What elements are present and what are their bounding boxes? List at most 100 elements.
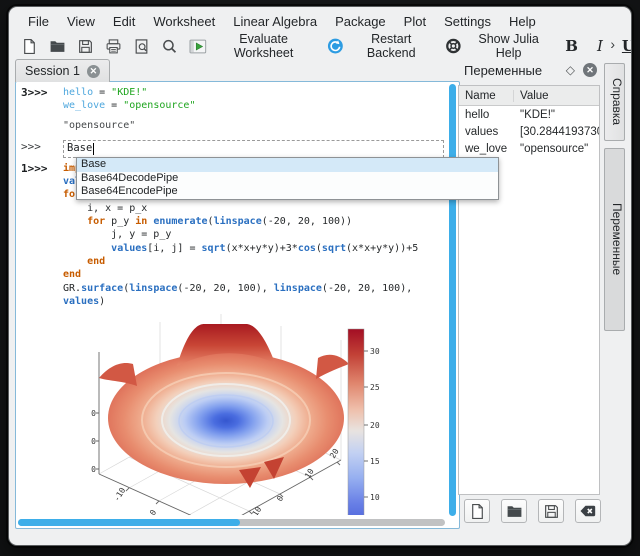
bold-button[interactable]: B [559, 37, 584, 55]
evaluate-play-icon [189, 38, 207, 55]
svg-text:-10: -10 [248, 505, 263, 515]
dock-tab-bar: Справка Переменные [604, 7, 627, 545]
code-block: hello = "KDE!"we_love = "opensource" [63, 86, 195, 113]
tab-close-icon[interactable]: ✕ [87, 65, 100, 78]
evaluate-worksheet-button[interactable]: Evaluate Worksheet [187, 34, 318, 58]
colorbar: 30 25 20 15 10 [348, 329, 380, 515]
search-icon [161, 38, 178, 55]
new-variable-button[interactable] [464, 499, 490, 523]
variable-name: we_love [459, 143, 514, 155]
variables-panel: Переменные ◇ ✕ Name Value hello"KDE!"val… [458, 59, 601, 523]
svg-text:25: 25 [370, 383, 380, 392]
menu-edit[interactable]: Edit [104, 10, 144, 33]
side-tab-variables[interactable]: Переменные [604, 148, 625, 331]
current-entry-row: >>> Base [21, 140, 444, 158]
open-button[interactable] [47, 34, 68, 58]
variables-table-header: Name Value [459, 86, 599, 106]
restart-icon [327, 37, 344, 55]
menu-file[interactable]: File [19, 10, 58, 33]
svg-text:10: 10 [303, 467, 316, 480]
save-button[interactable] [75, 34, 96, 58]
completion-popup: BaseBase64DecodePipeBase64EncodePipe [76, 157, 499, 200]
printer-icon [105, 38, 122, 55]
find-button[interactable] [159, 34, 180, 58]
app-window: FileViewEditWorksheetLinear AlgebraPacka… [8, 6, 632, 546]
result-text: "opensource" [63, 119, 444, 132]
variable-row[interactable]: hello"KDE!" [459, 106, 599, 123]
worksheet-horizontal-scrollbar[interactable] [18, 519, 445, 526]
prompt: >>> [21, 140, 63, 153]
surface-plot-image: 30 25 20 15 10 30 20 10 -10 0 10 [91, 310, 396, 515]
print-button[interactable] [103, 34, 124, 58]
show-julia-help-button[interactable]: Show Julia Help [443, 34, 552, 58]
variable-row[interactable]: values[30.2844193730... [459, 123, 599, 140]
variable-name: values [459, 126, 514, 138]
print-preview-icon [133, 38, 150, 55]
new-document-icon [469, 503, 486, 520]
close-panel-icon[interactable]: ✕ [583, 63, 597, 77]
menu-worksheet[interactable]: Worksheet [144, 10, 224, 33]
svg-text:10: 10 [370, 493, 380, 502]
variable-row[interactable]: we_love"opensource" [459, 140, 599, 157]
restart-backend-button[interactable]: Restart Backend [325, 34, 437, 58]
variable-value: "KDE!" [514, 109, 599, 121]
new-worksheet-button[interactable] [19, 34, 40, 58]
load-variables-button[interactable] [501, 499, 527, 523]
menu-package[interactable]: Package [326, 10, 395, 33]
save-icon [77, 38, 94, 55]
svg-text:30: 30 [91, 409, 96, 418]
column-name[interactable]: Name [459, 90, 514, 102]
variable-name: hello [459, 109, 514, 121]
restart-backend-label: Restart Backend [348, 32, 434, 60]
menu-help[interactable]: Help [500, 10, 545, 33]
menu-plot[interactable]: Plot [395, 10, 435, 33]
svg-text:10: 10 [91, 465, 96, 474]
open-folder-icon [506, 503, 523, 520]
completion-item[interactable]: Base64EncodePipe [77, 185, 498, 199]
side-tab-help[interactable]: Справка [604, 63, 625, 141]
variable-value: [30.2844193730... [514, 126, 599, 138]
command-entry[interactable]: Base [63, 140, 444, 158]
print-preview-button[interactable] [131, 34, 152, 58]
text-cursor [93, 143, 94, 155]
menu-linear-algebra[interactable]: Linear Algebra [224, 10, 326, 33]
svg-text:15: 15 [370, 457, 380, 466]
svg-text:0: 0 [148, 508, 158, 515]
worksheet-vertical-scrollbar[interactable] [449, 84, 456, 516]
float-panel-icon[interactable]: ◇ [566, 63, 575, 77]
worksheet-content: 3>>>hello = "KDE!"we_love = "opensource"… [21, 86, 444, 515]
surface-3d [99, 324, 349, 488]
variables-panel-buttons [464, 499, 601, 523]
show-julia-help-label: Show Julia Help [467, 32, 550, 60]
menu-bar: FileViewEditWorksheetLinear AlgebraPacka… [9, 9, 632, 33]
menu-view[interactable]: View [58, 10, 104, 33]
save-icon [543, 503, 560, 520]
lifebuoy-help-icon [445, 37, 462, 55]
save-variables-button[interactable] [538, 499, 564, 523]
variables-table: Name Value hello"KDE!"values[30.28441937… [458, 85, 600, 495]
column-value[interactable]: Value [514, 90, 599, 102]
svg-text:30: 30 [370, 347, 380, 356]
completion-item[interactable]: Base64DecodePipe [77, 172, 498, 186]
open-folder-icon [49, 38, 66, 55]
svg-text:0: 0 [275, 494, 285, 503]
new-document-icon [21, 38, 38, 55]
variables-panel-title: Переменные [458, 63, 566, 78]
svg-text:-10: -10 [112, 486, 127, 503]
worksheet-entry[interactable]: 3>>>hello = "KDE!"we_love = "opensource" [21, 86, 444, 113]
variable-value: "opensource" [514, 143, 599, 155]
completion-item[interactable]: Base [77, 158, 498, 172]
plot-result: 30 25 20 15 10 30 20 10 -10 0 10 [91, 310, 444, 515]
horizontal-scrollbar-thumb[interactable] [18, 519, 240, 526]
command-entry-text: Base [67, 142, 92, 155]
worksheet[interactable]: 3>>>hello = "KDE!"we_love = "opensource"… [15, 81, 460, 529]
svg-text:20: 20 [91, 437, 96, 446]
svg-text:20: 20 [370, 421, 380, 430]
variables-panel-header: Переменные ◇ ✕ [458, 59, 601, 81]
toolbar: Evaluate Worksheet Restart Backend Show … [9, 33, 632, 59]
clear-variables-button[interactable] [575, 499, 601, 523]
tab-session-1[interactable]: Session 1 ✕ [15, 59, 110, 82]
clear-backspace-icon [579, 503, 597, 519]
menu-settings[interactable]: Settings [435, 10, 500, 33]
prompt: 3>>> [21, 86, 63, 99]
